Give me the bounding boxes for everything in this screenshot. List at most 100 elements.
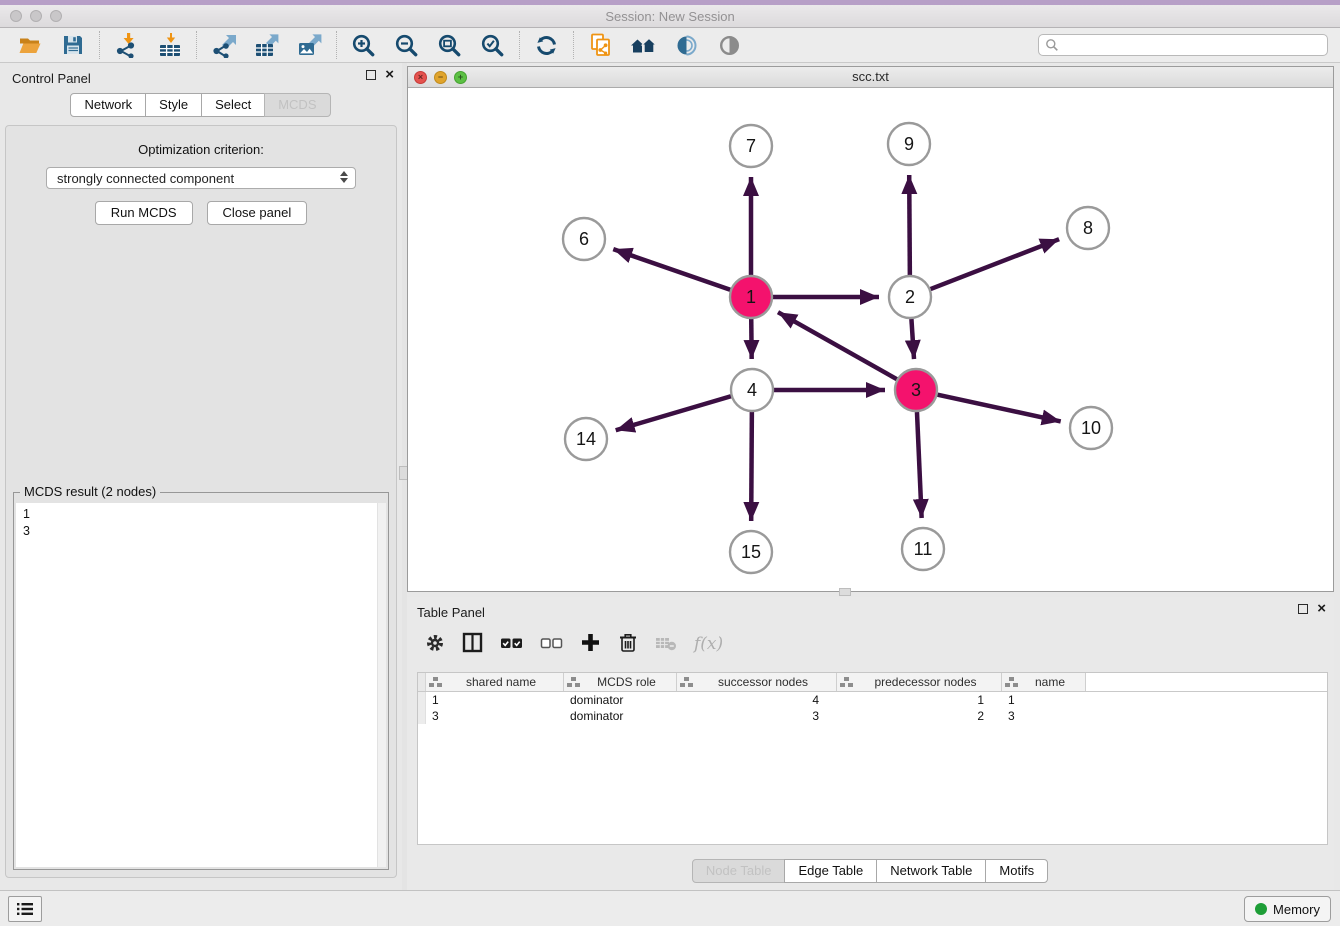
column-header-name[interactable]: name <box>1002 673 1086 691</box>
select-all-button[interactable] <box>500 635 523 654</box>
node-8[interactable]: 8 <box>1067 207 1109 249</box>
close-panel-button[interactable]: Close panel <box>207 201 308 225</box>
import-network-button[interactable] <box>105 30 148 61</box>
edge-2-3[interactable] <box>911 319 914 359</box>
style-preview-button[interactable] <box>665 30 708 61</box>
edge-2-9[interactable] <box>909 175 910 275</box>
network-close-button[interactable]: × <box>414 71 427 84</box>
cell-name: 1 <box>1002 692 1086 708</box>
edge-2-8[interactable] <box>931 239 1060 289</box>
node-7[interactable]: 7 <box>730 125 772 167</box>
edge-4-14[interactable] <box>616 396 731 430</box>
edge-1-6[interactable] <box>613 249 730 290</box>
window-title: Session: New Session <box>0 5 1340 28</box>
node-table: shared name MCDS role successor nodesprede… <box>417 672 1328 845</box>
result-scrollbar[interactable] <box>377 503 386 867</box>
table-header-row: shared name MCDS role successor nodesprede… <box>418 673 1327 692</box>
edge-3-10[interactable] <box>937 395 1060 422</box>
delete-table-button[interactable] <box>655 635 677 654</box>
row-gutter <box>418 708 426 724</box>
column-header-shared-name[interactable]: shared name <box>426 673 564 691</box>
export-table-button[interactable] <box>245 30 288 61</box>
window-close-button[interactable] <box>10 10 22 22</box>
control-panel: Control Panel × NetworkStyleSelectMCDS O… <box>0 63 402 890</box>
delete-row-button[interactable] <box>618 632 638 656</box>
window-zoom-button[interactable] <box>50 10 62 22</box>
show-columns-button[interactable] <box>462 632 483 656</box>
first-neighbors-button[interactable] <box>622 30 665 61</box>
column-header-successor-nodes[interactable]: successor nodes <box>677 673 837 691</box>
table-row[interactable]: 3dominator323 <box>418 708 1327 724</box>
tab-network-table[interactable]: Network Table <box>876 859 986 883</box>
row-gutter <box>418 673 426 691</box>
node-2[interactable]: 2 <box>889 276 931 318</box>
clone-network-button[interactable] <box>579 30 622 61</box>
memory-button[interactable]: Memory <box>1244 896 1331 922</box>
column-header-label: MCDS role <box>580 675 673 689</box>
node-4[interactable]: 4 <box>731 369 773 411</box>
tab-mcds[interactable]: MCDS <box>264 93 330 117</box>
control-panel-float-button[interactable] <box>366 70 376 80</box>
zoom-in-icon <box>351 33 376 58</box>
node-14[interactable]: 14 <box>565 418 607 460</box>
network-minimize-button[interactable]: − <box>434 71 447 84</box>
import-table-icon <box>157 32 183 58</box>
search-input[interactable] <box>1063 38 1321 52</box>
tab-style[interactable]: Style <box>145 93 202 117</box>
table-toolbar: f(x) <box>407 623 1334 665</box>
network-maximize-button[interactable]: + <box>454 71 467 84</box>
style-icon <box>674 33 699 58</box>
row-gutter <box>418 692 426 708</box>
show-details-button[interactable] <box>708 30 751 61</box>
main-toolbar <box>0 28 1340 63</box>
horizontal-splitter-handle[interactable] <box>839 588 851 596</box>
open-session-button[interactable] <box>8 30 51 61</box>
node-6[interactable]: 6 <box>563 218 605 260</box>
table-settings-button[interactable] <box>425 633 445 656</box>
control-panel-close-button[interactable]: × <box>385 70 394 80</box>
tab-node-table[interactable]: Node Table <box>692 859 786 883</box>
save-session-button[interactable] <box>51 30 94 61</box>
zoom-fit-icon <box>437 33 462 58</box>
table-panel-float-button[interactable] <box>1298 604 1308 614</box>
tab-select[interactable]: Select <box>201 93 265 117</box>
tab-network[interactable]: Network <box>70 93 146 117</box>
node-1[interactable]: 1 <box>730 276 772 318</box>
network-window-titlebar[interactable]: × − + scc.txt <box>408 67 1333 88</box>
zoom-out-button[interactable] <box>385 30 428 61</box>
table-panel-close-button[interactable]: × <box>1317 604 1326 614</box>
apply-layout-button[interactable] <box>525 30 568 61</box>
deselect-all-button[interactable] <box>540 635 563 654</box>
edge-3-1[interactable] <box>778 312 897 379</box>
node-11[interactable]: 11 <box>902 528 944 570</box>
add-row-button[interactable] <box>580 632 601 656</box>
task-history-button[interactable] <box>8 896 42 922</box>
mcds-result-area[interactable]: 13 <box>16 503 386 867</box>
export-network-icon <box>211 32 237 58</box>
zoom-selected-button[interactable] <box>471 30 514 61</box>
delete-table-icon <box>655 635 677 651</box>
tab-edge-table[interactable]: Edge Table <box>784 859 877 883</box>
table-row[interactable]: 1dominator411 <box>418 692 1327 708</box>
function-builder-button[interactable]: f(x) <box>694 634 723 654</box>
import-table-button[interactable] <box>148 30 191 61</box>
export-image-button[interactable] <box>288 30 331 61</box>
tab-motifs[interactable]: Motifs <box>985 859 1048 883</box>
run-mcds-button[interactable]: Run MCDS <box>95 201 193 225</box>
zoom-fit-button[interactable] <box>428 30 471 61</box>
column-header-predecessor-nodes[interactable]: predecessor nodes <box>837 673 1002 691</box>
optimization-criterion-select[interactable]: strongly connected component <box>46 167 356 189</box>
window-minimize-button[interactable] <box>30 10 42 22</box>
node-10[interactable]: 10 <box>1070 407 1112 449</box>
node-15[interactable]: 15 <box>730 531 772 573</box>
edge-3-11[interactable] <box>917 412 922 518</box>
node-9[interactable]: 9 <box>888 123 930 165</box>
network-canvas[interactable]: 1 2 3 4 6 7 8 9 10 11 14 15 <box>408 88 1333 591</box>
edge-4-15[interactable] <box>751 412 752 521</box>
export-network-button[interactable] <box>202 30 245 61</box>
zoom-in-button[interactable] <box>342 30 385 61</box>
node-3[interactable]: 3 <box>895 369 937 411</box>
column-header-MCDS-role[interactable]: MCDS role <box>564 673 677 691</box>
select-stepper-icon <box>340 171 348 183</box>
eye-icon <box>717 33 742 58</box>
